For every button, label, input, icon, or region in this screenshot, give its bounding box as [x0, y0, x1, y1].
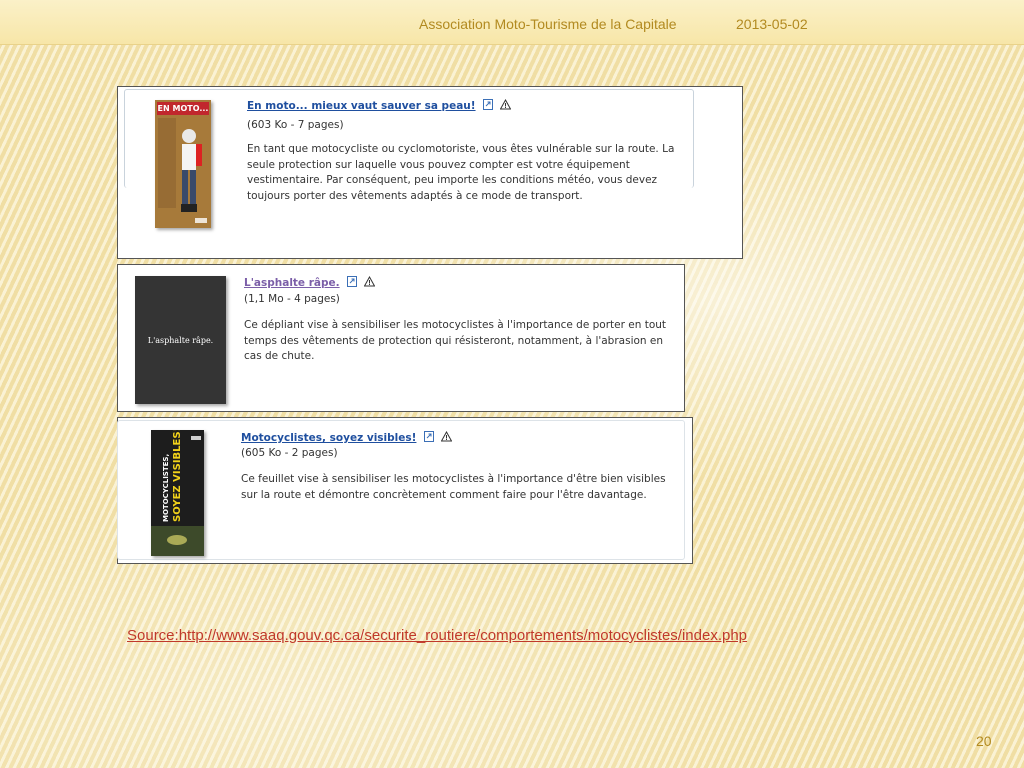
document-card-2: L'asphalte râpe. L'asphalte râpe. (1,1 M… [117, 264, 685, 412]
document-description: Ce dépliant vise à sensibiliser les moto… [244, 319, 667, 362]
document-card-3: MOTOCYCLISTES, SOYEZ VISIBLES! Motocycli… [117, 417, 693, 564]
external-link-icon[interactable] [346, 276, 357, 287]
cover-title-line-1: MOTOCYCLISTES, [162, 454, 170, 522]
organization-name: Association Moto-Tourisme de la Capitale [419, 16, 677, 32]
document-link-asphalte-rape[interactable]: L'asphalte râpe. [244, 277, 340, 289]
cover-en-moto: EN MOTO... [155, 100, 211, 228]
document-size: (1,1 Mo - 4 pages) [244, 293, 340, 305]
warning-icon[interactable] [363, 275, 376, 287]
warning-icon[interactable] [440, 430, 453, 442]
external-link-icon[interactable] [423, 431, 434, 442]
external-link-icon[interactable] [482, 99, 493, 110]
header-bar: Association Moto-Tourisme de la Capitale… [0, 0, 1024, 45]
document-card-1: EN MOTO... En moto... mieux vaut sauver … [117, 86, 743, 259]
source-link[interactable]: Source:http://www.saaq.gouv.qc.ca/securi… [127, 627, 747, 644]
cover-title-line-2: SOYEZ VISIBLES! [172, 430, 183, 522]
cover-asphalte-rape: L'asphalte râpe. [135, 276, 226, 404]
document-title-row: En moto... mieux vaut sauver sa peau! [247, 98, 512, 115]
cover-soyez-visibles: MOTOCYCLISTES, SOYEZ VISIBLES! [151, 430, 204, 556]
cover-title: EN MOTO... [158, 104, 209, 113]
warning-icon[interactable] [499, 98, 512, 110]
slide-date: 2013-05-02 [736, 16, 808, 32]
document-link-en-moto[interactable]: En moto... mieux vaut sauver sa peau! [247, 100, 476, 112]
page-number: 20 [976, 733, 992, 749]
document-size: (605 Ko - 2 pages) [241, 447, 338, 459]
document-title-row: Motocyclistes, soyez visibles! [241, 430, 453, 447]
document-description: En tant que motocycliste ou cyclomotoris… [247, 143, 675, 202]
document-size: (603 Ko - 7 pages) [247, 119, 344, 131]
document-link-soyez-visibles[interactable]: Motocyclistes, soyez visibles! [241, 432, 416, 444]
document-title-row: L'asphalte râpe. [244, 275, 376, 292]
cover-title: L'asphalte râpe. [148, 336, 213, 345]
document-description: Ce feuillet vise à sensibiliser les moto… [241, 473, 666, 501]
